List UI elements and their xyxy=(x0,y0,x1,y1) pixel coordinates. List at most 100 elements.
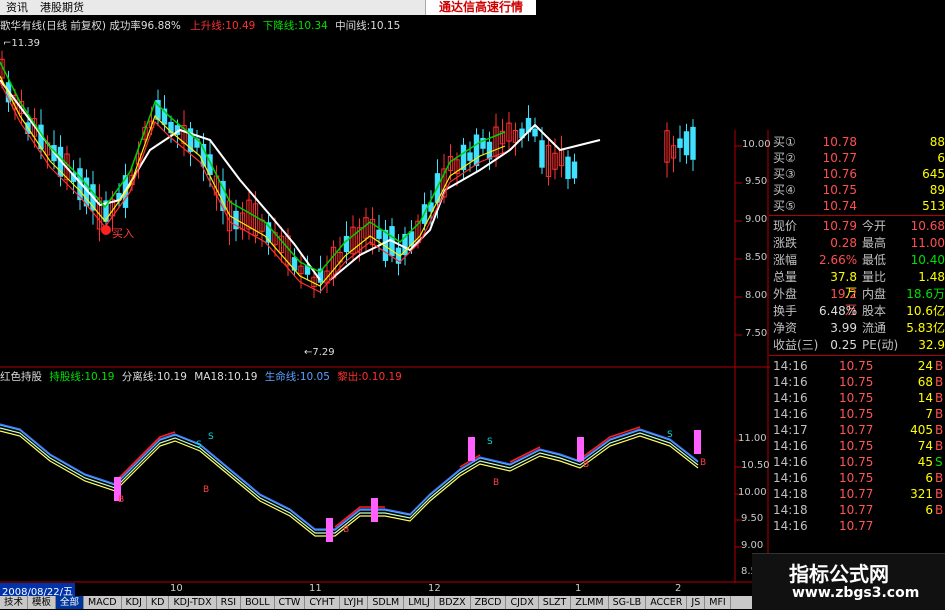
buy-signal: B xyxy=(700,458,707,468)
ind-y-tick: 10.50 xyxy=(741,460,770,471)
candle-body xyxy=(486,141,493,160)
signal-bar xyxy=(371,498,378,522)
order-price: 10.76 xyxy=(822,167,857,181)
watermark-title: 指标公式网 xyxy=(789,562,889,586)
order-row: 买⑤ 10.74 513 xyxy=(769,198,945,214)
tick-volume: 45 xyxy=(917,455,933,469)
time-mark: 11 xyxy=(309,583,322,594)
buy-signal-dot xyxy=(101,225,111,235)
low-marker: ←7.29 xyxy=(304,347,335,358)
sell-signal: S xyxy=(667,430,673,440)
tab-zlmm[interactable]: ZLMM xyxy=(571,596,609,609)
tab-sdlm[interactable]: SDLM xyxy=(368,596,405,609)
exit-value: 黎出:0.10.19 xyxy=(337,371,402,383)
tab-cyht[interactable]: CYHT xyxy=(305,596,340,609)
indicator-lines xyxy=(0,423,699,537)
quote-value: 10.6亿 xyxy=(906,304,945,318)
tab-sg-lb[interactable]: SG-LB xyxy=(609,596,647,609)
quote-panel: 买① 10.78 88 买② 10.77 6 买③ 10.76 645 买④ 10.75 89 买⑤ 10… xyxy=(769,134,945,584)
kline-chart[interactable] xyxy=(0,0,770,583)
tick-row: 14:16 10.75 7 B xyxy=(769,406,945,422)
candle-body xyxy=(571,161,578,179)
tick-time: 14:17 xyxy=(773,423,808,437)
candle-body xyxy=(677,138,683,148)
candle-body xyxy=(539,140,545,168)
quote-value: 0.25 xyxy=(830,338,857,352)
tab-kd[interactable]: KD xyxy=(147,596,170,609)
signal-bar xyxy=(468,437,475,461)
quote-label: 现价 xyxy=(773,219,798,233)
tick-time: 14:16 xyxy=(773,519,808,533)
tick-flag: B xyxy=(935,439,944,453)
tick-price: 10.75 xyxy=(839,375,874,389)
tab-lyjh[interactable]: LYJH xyxy=(340,596,369,609)
order-label: 买① xyxy=(773,135,796,149)
candle-body xyxy=(467,152,473,161)
quote-value: 1.48 xyxy=(918,270,945,284)
indicator-red-segment xyxy=(509,446,541,463)
tick-volume: 68 xyxy=(917,375,933,389)
tab-模板[interactable]: 模板 xyxy=(28,596,57,609)
quote-label: PE(动) xyxy=(862,338,899,352)
y-tick: 9.00 xyxy=(745,214,768,225)
time-mark: 1 xyxy=(575,583,582,594)
order-label: 买④ xyxy=(773,183,796,197)
quote-value: 10.40 xyxy=(910,253,945,267)
sell-signal: S xyxy=(196,440,202,450)
tick-volume: 405 xyxy=(910,423,933,437)
indicator-cyan-line xyxy=(0,424,699,531)
candle-body xyxy=(565,156,571,179)
tab-lmlj[interactable]: LMLJ xyxy=(404,596,435,609)
quote-row: 总量 37.8万 量比 1.48 xyxy=(769,269,945,300)
tick-volume: 7 xyxy=(925,407,933,421)
quote-label: 外盘 xyxy=(773,287,798,301)
quote-label: 收益(三) xyxy=(773,338,819,352)
tab-技术[interactable]: 技术 xyxy=(0,596,29,609)
tab-ctw[interactable]: CTW xyxy=(275,596,306,609)
tick-row: 14:16 10.75 14 B xyxy=(769,390,945,406)
order-price: 10.78 xyxy=(822,135,857,149)
tab-bdzx[interactable]: BDZX xyxy=(435,596,471,609)
watermark-logo: 指标公式网 www.zbgs3.com xyxy=(752,553,945,610)
buy-signal: B xyxy=(583,460,590,470)
sell-signal: S xyxy=(208,432,214,442)
tab-js[interactable]: JS xyxy=(687,596,706,609)
y-tick: 10.00 xyxy=(742,139,771,150)
tick-time: 14:18 xyxy=(773,503,808,517)
tick-volume: 74 xyxy=(917,439,933,453)
tick-flag: B xyxy=(935,487,944,501)
tab-kdj-tdx[interactable]: KDJ-TDX xyxy=(169,596,217,609)
tick-volume: 6 xyxy=(925,503,933,517)
tick-row: 14:17 10.77 405 B xyxy=(769,422,945,438)
quote-row: 外盘 19.2万 内盘 18.6万 xyxy=(769,286,945,317)
divider xyxy=(769,355,945,356)
tick-time: 14:16 xyxy=(773,439,808,453)
low-marker-value: 7.29 xyxy=(312,347,335,358)
tick-price: 10.77 xyxy=(839,519,874,533)
tab-boll[interactable]: BOLL xyxy=(241,596,275,609)
tab-zbcd[interactable]: ZBCD xyxy=(471,596,507,609)
tab-macd[interactable]: MACD xyxy=(84,596,122,609)
candle-body xyxy=(683,131,690,156)
quote-label: 涨跌 xyxy=(773,236,798,250)
quote-label: 涨幅 xyxy=(773,253,798,267)
tick-time: 14:16 xyxy=(773,407,808,421)
time-mark: 12 xyxy=(428,583,441,594)
divider xyxy=(769,215,945,216)
tab-accer[interactable]: ACCER xyxy=(646,596,688,609)
tab-cjdx[interactable]: CJDX xyxy=(506,596,539,609)
tab-全部[interactable]: 全部 xyxy=(56,596,85,609)
tick-row: 14:16 10.75 24 B xyxy=(769,358,945,374)
tab-mfi[interactable]: MFI xyxy=(705,596,731,609)
ind-y-tick: 9.50 xyxy=(741,513,764,524)
order-row: 买① 10.78 88 xyxy=(769,134,945,150)
tab-kdj[interactable]: KDJ xyxy=(122,596,147,609)
tick-price: 10.75 xyxy=(839,391,874,405)
time-axis: 2008/08/22/五 10 11 12 1 2 xyxy=(0,583,770,598)
y-tick: 8.50 xyxy=(745,252,768,263)
quote-value: 18.6万 xyxy=(906,287,945,301)
tab-rsi[interactable]: RSI xyxy=(217,596,242,609)
quote-label: 总量 xyxy=(773,270,798,284)
tick-time: 14:16 xyxy=(773,359,808,373)
tab-slzt[interactable]: SLZT xyxy=(539,596,572,609)
